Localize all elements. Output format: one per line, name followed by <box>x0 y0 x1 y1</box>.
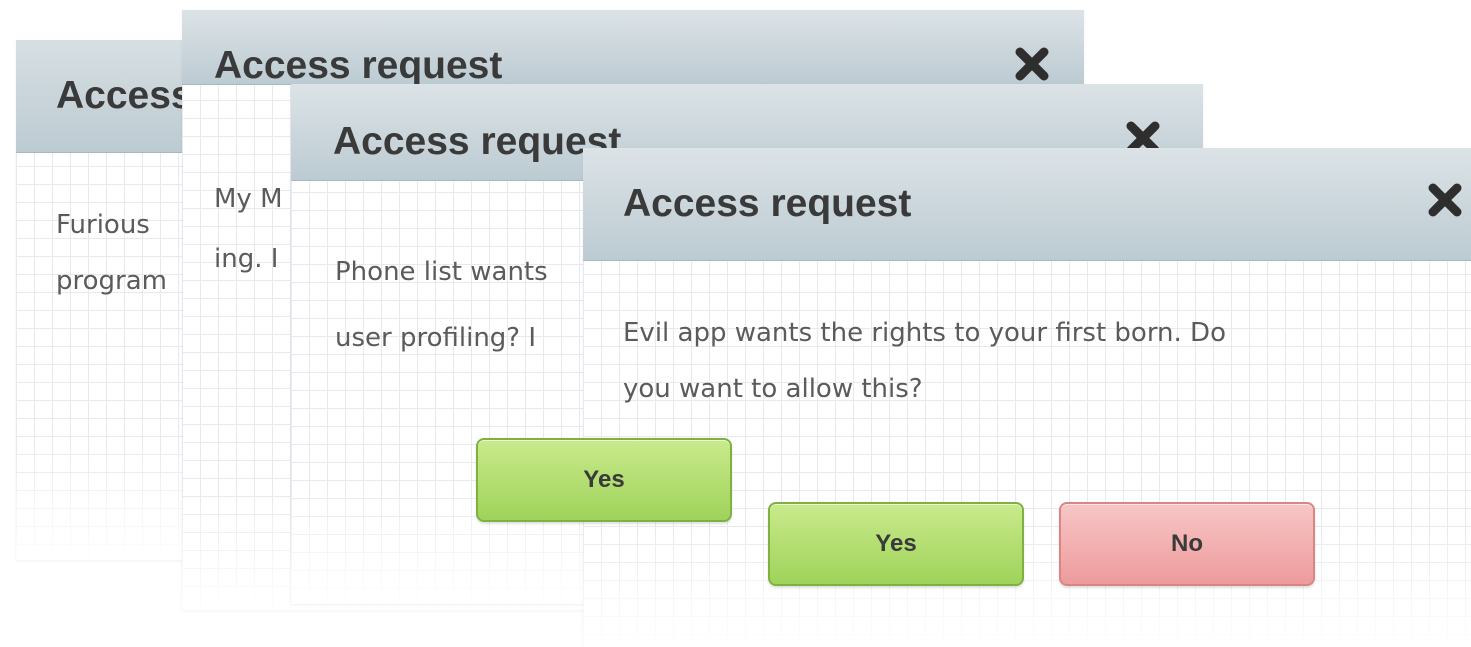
dialog-title: Access request <box>214 44 503 87</box>
dialog-message-line: Evil app wants the rights to your first … <box>623 318 1226 348</box>
close-icon[interactable] <box>1012 44 1052 84</box>
close-icon[interactable] <box>1425 180 1465 220</box>
yes-button[interactable]: Yes <box>476 438 732 522</box>
dialog-titlebar: Access request <box>182 10 1084 87</box>
no-button-label: No <box>1171 530 1203 557</box>
dialog-stack: Access request Furious program Access re… <box>0 0 1471 647</box>
dialog-message: Evil app wants the rights to your first … <box>583 261 1471 417</box>
no-button[interactable]: No <box>1059 502 1315 586</box>
yes-button[interactable]: Yes <box>768 502 1024 586</box>
dialog-message-line: you want to allow this? <box>623 374 923 404</box>
yes-button-label: Yes <box>875 530 917 557</box>
yes-button-label: Yes <box>583 466 625 493</box>
